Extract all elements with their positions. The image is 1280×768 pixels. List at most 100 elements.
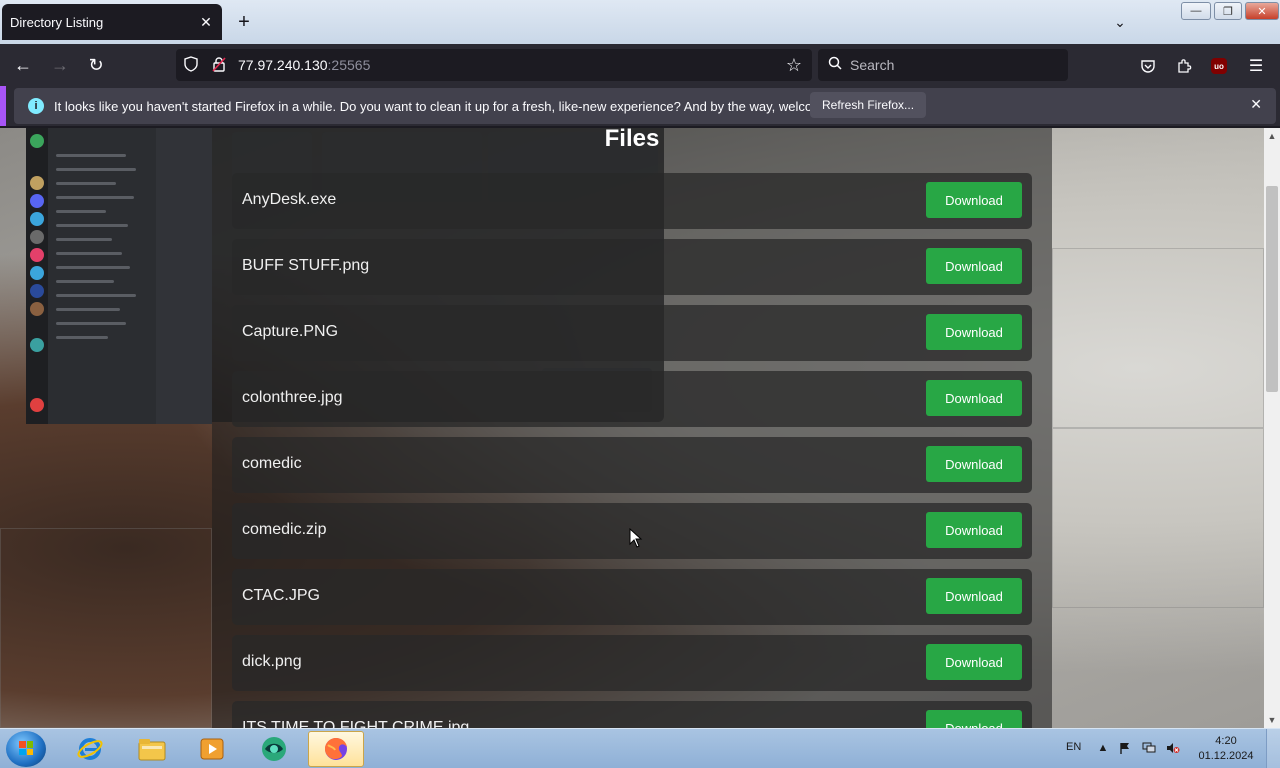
file-name[interactable]: AnyDesk.exe	[242, 191, 336, 209]
discord-server-rail	[26, 128, 48, 424]
show-desktop-button[interactable]	[1266, 729, 1280, 768]
maximize-button[interactable]: ❐	[1214, 2, 1242, 20]
server-icon	[30, 212, 44, 226]
server-icon	[30, 248, 44, 262]
download-button[interactable]: Download	[926, 578, 1022, 614]
file-name[interactable]: colonthree.jpg	[242, 389, 343, 407]
media-player-icon[interactable]	[184, 731, 240, 767]
tracking-protection-shield-icon[interactable]	[184, 55, 202, 75]
download-button[interactable]: Download	[926, 644, 1022, 680]
channel-line	[56, 196, 134, 199]
channel-line	[56, 252, 122, 255]
file-name[interactable]: BUFF STUFF.png	[242, 257, 369, 275]
start-button[interactable]	[6, 731, 46, 767]
list-all-tabs-icon[interactable]: ⌄	[1110, 12, 1130, 32]
file-name[interactable]: comedic.zip	[242, 521, 326, 539]
server-icon	[30, 266, 44, 280]
scroll-down-icon[interactable]: ▼	[1264, 712, 1280, 728]
scroll-up-icon[interactable]: ▲	[1264, 128, 1280, 144]
tab-close-icon[interactable]: ✕	[196, 12, 216, 32]
server-icon	[30, 194, 44, 208]
search-bar[interactable]	[818, 49, 1068, 81]
firefox-icon[interactable]	[308, 731, 364, 767]
notification-close-icon[interactable]: ✕	[1250, 96, 1262, 113]
tab-title: Directory Listing	[10, 14, 104, 30]
close-window-button[interactable]: ✕	[1245, 2, 1279, 20]
volume-muted-icon[interactable]	[1166, 741, 1180, 755]
back-button[interactable]: ←	[10, 53, 36, 77]
file-row: ITS TIME TO FIGHT CRIME.jpg Download	[232, 701, 1032, 728]
channel-line	[56, 308, 120, 311]
page-scrollbar[interactable]: ▲ ▼	[1264, 128, 1280, 728]
title-bar: Directory Listing ✕ + ⌄ — ❐ ✕	[0, 0, 1280, 44]
server-icon	[30, 398, 44, 412]
mouse-cursor-icon	[629, 528, 643, 548]
bookmark-star-icon[interactable]: ☆	[786, 55, 802, 76]
system-clock[interactable]: 4:20 01.12.2024	[1196, 734, 1256, 764]
background-floor-tile	[1052, 248, 1264, 428]
download-button[interactable]: Download	[926, 314, 1022, 350]
notification-bar: i It looks like you haven't started Fire…	[0, 86, 1280, 126]
forward-button[interactable]: →	[47, 53, 73, 77]
channel-line	[56, 154, 126, 157]
url-host: 77.97.240.130	[238, 57, 328, 73]
url-port: :25565	[327, 57, 371, 73]
refresh-firefox-button[interactable]: Refresh Firefox...	[810, 92, 927, 118]
file-name[interactable]: CTAC.JPG	[242, 587, 320, 605]
navigation-toolbar: ← → ↻ 77.97.240.130:25565 ☆ uo ☰	[0, 44, 1280, 86]
address-bar[interactable]: 77.97.240.130:25565 ☆	[176, 49, 812, 81]
notification-text: It looks like you haven't started Firefo…	[54, 98, 865, 114]
download-button[interactable]: Download	[926, 446, 1022, 482]
show-hidden-icons-icon[interactable]: ▲	[1096, 741, 1110, 755]
server-icon	[30, 230, 44, 244]
background-discord-screenshot	[26, 128, 212, 424]
channel-line	[56, 210, 106, 213]
network-icon[interactable]	[1142, 741, 1156, 755]
info-icon: i	[28, 98, 44, 114]
download-button[interactable]: Download	[926, 710, 1022, 728]
tab-directory-listing[interactable]: Directory Listing ✕	[2, 4, 222, 40]
windows-logo-icon	[19, 741, 33, 755]
file-name[interactable]: comedic	[242, 455, 302, 473]
clock-date: 01.12.2024	[1198, 750, 1254, 762]
file-row: BUFF STUFF.png Download	[232, 239, 1032, 295]
minimize-button[interactable]: —	[1181, 2, 1211, 20]
internet-explorer-icon[interactable]	[62, 731, 118, 767]
channel-line	[56, 224, 128, 227]
insecure-lock-icon[interactable]	[212, 56, 228, 75]
menu-icon[interactable]: ☰	[1245, 55, 1267, 77]
file-name[interactable]: ITS TIME TO FIGHT CRIME.jpg	[242, 719, 469, 728]
clock-time: 4:20	[1215, 735, 1237, 747]
extensions-icon[interactable]	[1173, 55, 1195, 77]
channel-line	[56, 266, 130, 269]
new-tab-button[interactable]: +	[232, 10, 256, 34]
channel-line	[56, 280, 114, 283]
file-row: comedic Download	[232, 437, 1032, 493]
pocket-icon[interactable]	[1137, 55, 1159, 77]
notification-inner: i It looks like you haven't started Fire…	[14, 88, 1276, 124]
reload-button[interactable]: ↻	[83, 53, 109, 77]
file-name[interactable]: Capture.PNG	[242, 323, 338, 341]
channel-line	[56, 322, 126, 325]
file-list: AnyDesk.exe Download BUFF STUFF.png Down…	[232, 173, 1032, 728]
discord-chat-column	[156, 128, 212, 424]
search-icon	[828, 56, 842, 74]
server-icon	[30, 284, 44, 298]
ublock-icon[interactable]: uo	[1211, 58, 1227, 74]
file-explorer-icon[interactable]	[124, 731, 180, 767]
search-input[interactable]	[850, 57, 1050, 73]
download-button[interactable]: Download	[926, 248, 1022, 284]
server-icon	[30, 338, 44, 352]
language-indicator[interactable]: EN	[1066, 741, 1081, 753]
download-button[interactable]: Download	[926, 182, 1022, 218]
download-button[interactable]: Download	[926, 380, 1022, 416]
file-name[interactable]: dick.png	[242, 653, 302, 671]
download-button[interactable]: Download	[926, 512, 1022, 548]
page-title: Files	[604, 128, 660, 152]
server-icon	[30, 176, 44, 190]
action-center-flag-icon[interactable]	[1118, 741, 1132, 755]
background-floor-tile	[0, 528, 212, 728]
scroll-thumb[interactable]	[1266, 186, 1278, 392]
file-row: AnyDesk.exe Download	[232, 173, 1032, 229]
browser-app-icon[interactable]	[246, 731, 302, 767]
